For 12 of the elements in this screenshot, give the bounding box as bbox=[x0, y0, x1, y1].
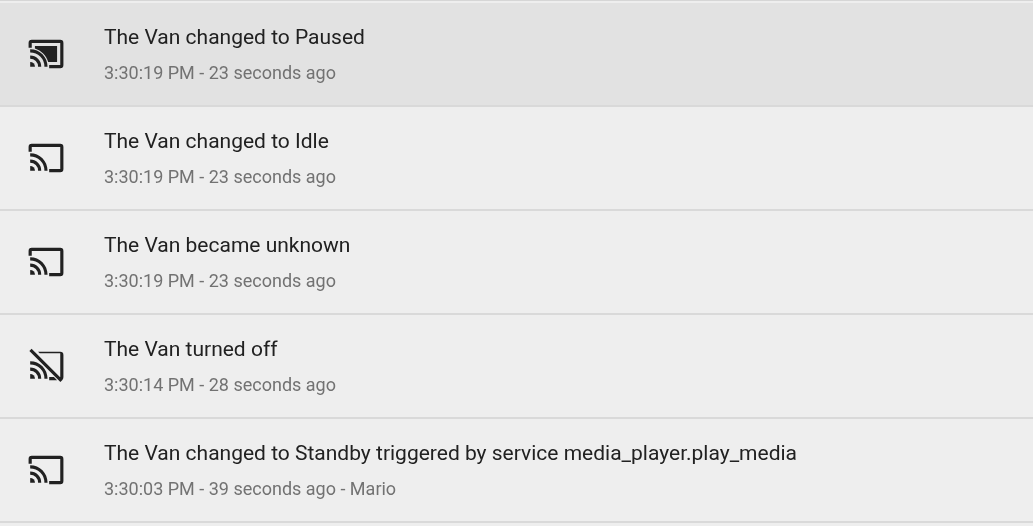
entry-title: The Van changed to Paused bbox=[104, 24, 365, 50]
entry-detail: 3:30:19 PM - 23 seconds ago bbox=[104, 270, 337, 292]
entry-detail: 3:30:14 PM - 28 seconds ago bbox=[104, 374, 336, 396]
entry-title: The Van changed to Idle bbox=[104, 128, 330, 154]
entry-title: The Van became unknown bbox=[104, 232, 351, 258]
entry-detail: 3:30:19 PM - 23 seconds ago bbox=[104, 62, 337, 84]
entry-detail: 3:30:19 PM - 23 seconds ago bbox=[104, 166, 336, 188]
cast-off-icon bbox=[27, 347, 65, 385]
entry-title: The Van turned off bbox=[104, 336, 279, 362]
entry-detail: 3:30:03 PM - 39 seconds ago - Mario bbox=[104, 478, 398, 500]
history-entry[interactable]: The Van changed to Paused 3:30:19 PM - 23 seconds ago bbox=[0, 3, 1033, 107]
entry-title: The Van changed to Standby triggered by service media_player.play_media bbox=[104, 440, 798, 466]
